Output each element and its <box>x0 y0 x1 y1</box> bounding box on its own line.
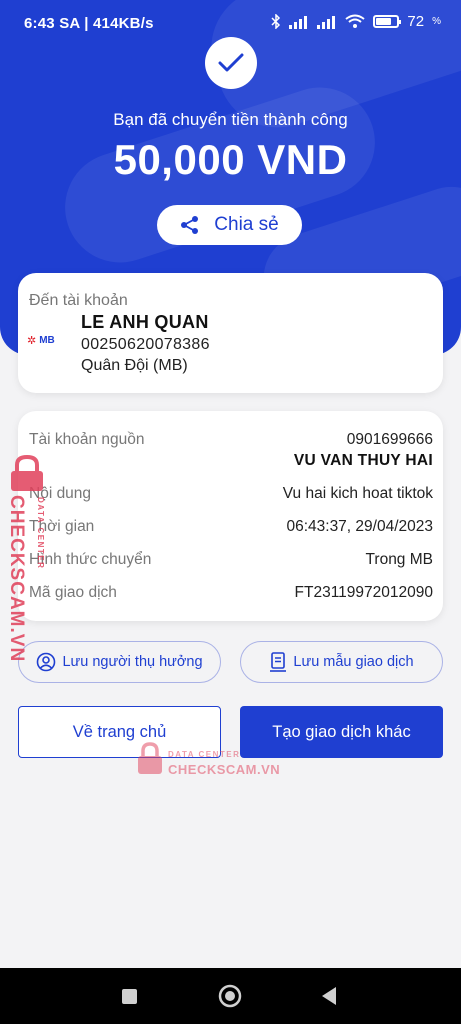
back-icon[interactable] <box>320 986 338 1006</box>
battery-percent: 72 <box>407 13 425 30</box>
source-account-label: Tài khoản nguồn <box>29 431 145 448</box>
watermark-brand-vertical: CHECKSCAM.VN <box>6 495 27 663</box>
success-message: Bạn đã chuyển tiền thành công <box>113 110 348 129</box>
share-icon <box>181 216 199 234</box>
transaction-details-card: Tài khoản nguồn 0901699666 VU VAN THUY H… <box>18 411 443 621</box>
watermark-sub: DATA CENTER <box>168 750 241 759</box>
lock-icon <box>11 455 43 491</box>
time-value: 06:43:37, 29/04/2023 <box>286 518 433 535</box>
watermark-center: DATA CENTER CHECKSCAM.VN <box>136 740 296 780</box>
status-time: 6:43 SA | 414KB/s <box>24 15 154 32</box>
system-nav-bar <box>0 968 461 1024</box>
battery-icon <box>373 15 402 28</box>
signal-icon-2 <box>317 15 336 29</box>
signal-icon <box>289 15 308 29</box>
source-account-name: VU VAN THUY HAI <box>293 452 433 469</box>
success-check-icon <box>205 37 257 89</box>
share-button[interactable]: Chia sẻ <box>157 205 302 245</box>
recipient-label: Đến tài khoản <box>29 292 128 309</box>
watermark-sub-vertical: DATA CENTER <box>36 497 45 570</box>
save-template-button[interactable]: Lưu mẫu giao dịch <box>240 641 443 683</box>
recipient-account-number: 00250620078386 <box>81 336 210 353</box>
method-value: Trong MB <box>365 551 433 568</box>
watermark-side: CHECKSCAM.VN DATA CENTER <box>5 455 49 662</box>
bluetooth-icon <box>271 14 281 29</box>
user-icon <box>37 652 56 672</box>
recents-icon[interactable] <box>121 988 138 1005</box>
save-beneficiary-button[interactable]: Lưu người thụ hưởng <box>18 641 221 683</box>
recipient-name: LE ANH QUAN <box>81 312 209 332</box>
status-icons: 72% <box>271 13 441 30</box>
wifi-icon <box>345 14 366 28</box>
mb-star-icon: ✲ <box>27 335 37 347</box>
share-label: Chia sẻ <box>214 214 279 235</box>
home-nav-icon[interactable] <box>218 984 242 1008</box>
mb-bank-logo: ✲ MB <box>27 335 55 347</box>
save-template-label: Lưu mẫu giao dịch <box>293 654 414 670</box>
save-beneficiary-label: Lưu người thụ hưởng <box>62 654 203 670</box>
recipient-bank-name: Quân Đội (MB) <box>81 357 188 374</box>
content-value: Vu hai kich hoat tiktok <box>282 485 433 502</box>
recipient-card: Đến tài khoản ✲ MB LE ANH QUAN 0025062007… <box>18 273 443 393</box>
source-account-number: 0901699666 <box>346 431 433 448</box>
document-icon <box>270 652 287 672</box>
transfer-amount: 50,000 VND <box>113 136 348 183</box>
watermark-brand: CHECKSCAM.VN <box>168 762 281 777</box>
code-value: FT23119972012090 <box>294 584 433 601</box>
lock-icon <box>138 742 162 774</box>
